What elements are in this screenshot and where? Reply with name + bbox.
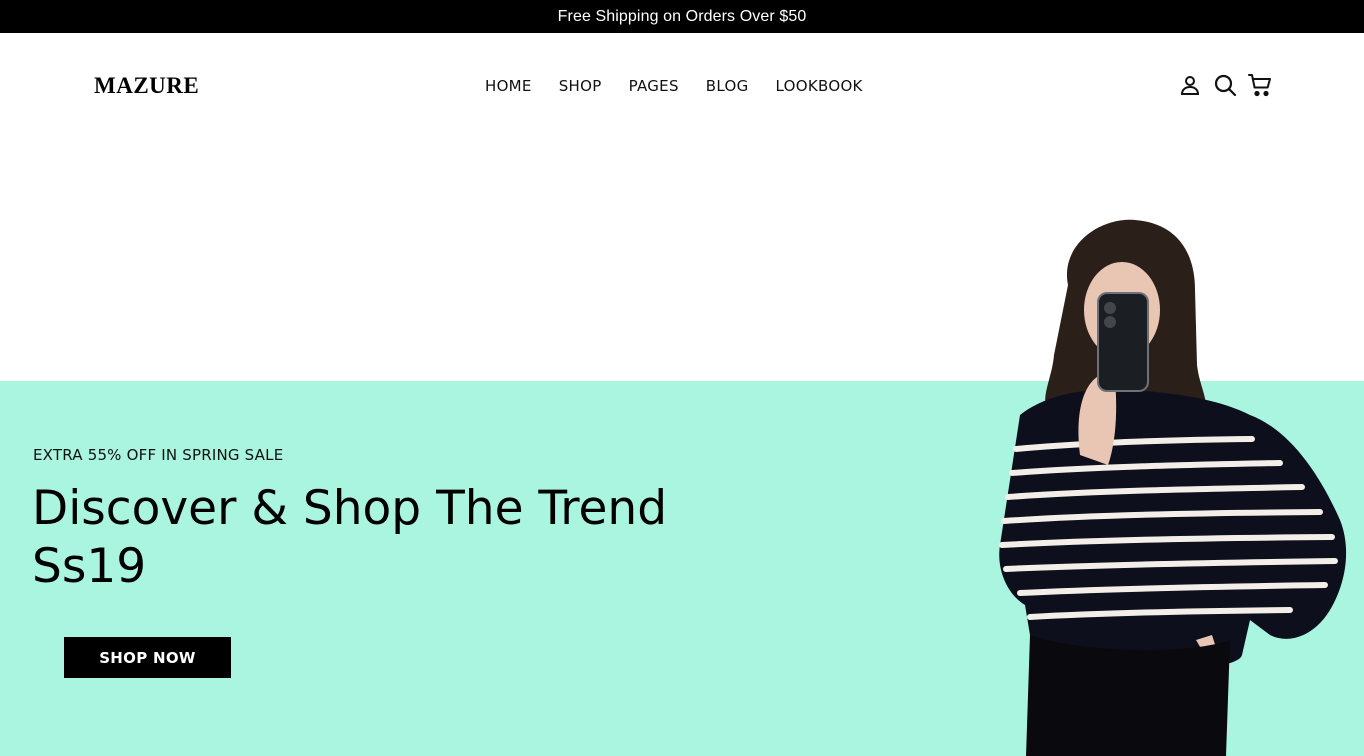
- announcement-text: Free Shipping on Orders Over $50: [557, 7, 807, 25]
- nav-blog[interactable]: BLOG: [706, 77, 749, 95]
- user-icon[interactable]: [1178, 73, 1202, 97]
- shop-now-button[interactable]: SHOP NOW: [64, 637, 231, 678]
- nav-pages[interactable]: PAGES: [629, 77, 679, 95]
- announcement-bar: Free Shipping on Orders Over $50: [0, 0, 1364, 33]
- model-photo: [990, 215, 1364, 756]
- nav-shop[interactable]: SHOP: [559, 77, 602, 95]
- nav-home[interactable]: HOME: [485, 77, 532, 95]
- hero-title: Discover & Shop The Trend Ss19: [32, 481, 668, 594]
- cart-icon[interactable]: [1248, 73, 1272, 97]
- search-icon[interactable]: [1213, 73, 1237, 97]
- header-actions: [1178, 73, 1272, 97]
- hero-subtitle: EXTRA 55% OFF IN SPRING SALE: [33, 446, 284, 464]
- site-logo[interactable]: MAZURE: [94, 73, 199, 99]
- main-nav: HOME SHOP PAGES BLOG LOOKBOOK: [485, 77, 863, 95]
- nav-lookbook[interactable]: LOOKBOOK: [776, 77, 863, 95]
- site-header: MAZURE HOME SHOP PAGES BLOG LOOKBOOK: [0, 33, 1364, 143]
